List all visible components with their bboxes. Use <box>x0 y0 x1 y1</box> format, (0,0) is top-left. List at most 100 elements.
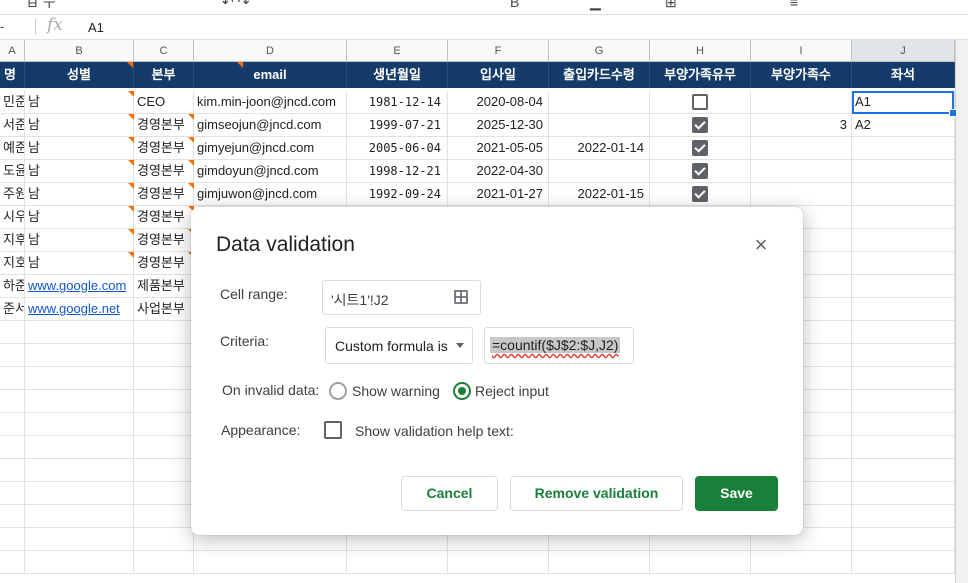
reject-input-radio[interactable] <box>453 382 471 400</box>
table-cell[interactable] <box>0 482 25 505</box>
table-cell[interactable]: 경영본부 <box>134 206 194 229</box>
table-cell[interactable] <box>852 436 955 459</box>
table-cell[interactable] <box>852 528 955 551</box>
show-warning-label[interactable]: Show warning <box>352 383 440 399</box>
header-cell-h[interactable]: 부양가족유무 <box>650 62 751 88</box>
table-cell[interactable]: 경영본부 <box>134 252 194 275</box>
table-cell[interactable]: 1981-12-14 <box>347 91 448 114</box>
save-button[interactable]: Save <box>695 476 778 511</box>
table-cell[interactable] <box>134 367 194 390</box>
header-cell-i[interactable]: 부양가족수 <box>751 62 852 88</box>
table-cell[interactable] <box>751 137 852 160</box>
table-cell[interactable] <box>852 206 955 229</box>
help-text-checkbox[interactable] <box>324 421 342 439</box>
criteria-formula-input[interactable]: =countif($J$2:$J,J2) <box>484 327 634 364</box>
table-cell[interactable]: 1992-09-24 <box>347 183 448 206</box>
column-header-c[interactable]: C <box>134 40 194 62</box>
table-cell[interactable] <box>25 528 134 551</box>
cancel-button[interactable]: Cancel <box>401 476 498 511</box>
table-cell[interactable]: 지후 <box>0 229 25 252</box>
column-header-d[interactable]: D <box>194 40 347 62</box>
table-cell[interactable]: 2021-05-05 <box>448 137 549 160</box>
table-cell[interactable] <box>134 551 194 574</box>
table-cell[interactable]: 경영본부 <box>134 183 194 206</box>
table-cell[interactable] <box>549 91 650 114</box>
table-cell[interactable]: 1999-07-21 <box>347 114 448 137</box>
table-cell[interactable] <box>347 551 448 574</box>
checkbox-icon[interactable] <box>692 139 708 156</box>
column-header-a[interactable]: A <box>0 40 25 62</box>
header-cell-c[interactable]: 본부 <box>134 62 194 88</box>
table-cell[interactable] <box>650 137 751 160</box>
table-cell[interactable]: 2022-01-15 <box>549 183 650 206</box>
table-cell[interactable] <box>25 390 134 413</box>
table-cell[interactable] <box>25 459 134 482</box>
table-cell[interactable] <box>852 413 955 436</box>
table-cell[interactable] <box>751 183 852 206</box>
table-cell[interactable] <box>852 367 955 390</box>
table-cell[interactable]: gimjuwon@jncd.com <box>194 183 347 206</box>
table-cell[interactable] <box>134 321 194 344</box>
table-cell[interactable] <box>134 482 194 505</box>
table-cell[interactable]: 경영본부 <box>134 137 194 160</box>
table-cell[interactable] <box>852 160 955 183</box>
table-cell[interactable]: 남 <box>25 114 134 137</box>
table-cell[interactable] <box>0 344 25 367</box>
table-cell[interactable] <box>751 551 852 574</box>
reject-input-label[interactable]: Reject input <box>475 383 549 399</box>
table-cell[interactable]: 제품본부 <box>134 275 194 298</box>
table-cell[interactable] <box>25 321 134 344</box>
table-cell[interactable] <box>852 275 955 298</box>
table-cell[interactable]: 2021-01-27 <box>448 183 549 206</box>
table-cell[interactable] <box>549 160 650 183</box>
table-cell[interactable] <box>448 551 549 574</box>
table-cell[interactable] <box>0 505 25 528</box>
table-cell[interactable] <box>0 413 25 436</box>
column-header-b[interactable]: B <box>25 40 134 62</box>
criteria-type-dropdown[interactable]: Custom formula is <box>325 327 473 364</box>
table-cell[interactable]: 남 <box>25 183 134 206</box>
formula-input[interactable]: A1 <box>88 20 104 35</box>
header-cell-a[interactable]: 명 <box>0 62 25 88</box>
text-color-icon[interactable]: ▁ <box>590 0 601 11</box>
table-cell[interactable]: 2022-04-30 <box>448 160 549 183</box>
table-cell[interactable] <box>25 505 134 528</box>
table-cell[interactable] <box>25 367 134 390</box>
table-cell[interactable] <box>25 344 134 367</box>
table-cell[interactable]: 시우 <box>0 206 25 229</box>
table-cell[interactable] <box>751 160 852 183</box>
table-cell[interactable] <box>549 114 650 137</box>
table-cell[interactable]: gimseojun@jncd.com <box>194 114 347 137</box>
table-cell[interactable] <box>134 459 194 482</box>
table-cell[interactable]: 민준 <box>0 91 25 114</box>
checkbox-icon[interactable] <box>692 93 708 110</box>
table-cell[interactable] <box>0 459 25 482</box>
table-cell[interactable]: 도윤 <box>0 160 25 183</box>
table-cell[interactable] <box>0 436 25 459</box>
bold-icon[interactable]: B <box>510 0 519 10</box>
table-cell[interactable] <box>0 551 25 574</box>
table-cell[interactable]: 2022-01-14 <box>549 137 650 160</box>
borders-icon[interactable]: ⊞ <box>665 0 677 11</box>
table-cell[interactable]: 서준 <box>0 114 25 137</box>
table-cell[interactable]: 주원 <box>0 183 25 206</box>
table-cell[interactable]: 1998-12-21 <box>347 160 448 183</box>
table-cell[interactable]: kim.min-joon@jncd.com <box>194 91 347 114</box>
toolbar-icon[interactable]: ㅂ ㅜ <box>26 0 56 14</box>
column-header-i[interactable]: I <box>751 40 852 62</box>
table-cell[interactable] <box>650 183 751 206</box>
table-cell[interactable] <box>852 459 955 482</box>
header-cell-b[interactable]: 성별 <box>25 62 134 88</box>
table-cell[interactable] <box>194 551 347 574</box>
table-cell[interactable] <box>852 137 955 160</box>
checkbox-icon[interactable] <box>692 116 708 133</box>
table-cell[interactable] <box>25 436 134 459</box>
table-cell[interactable]: 남 <box>25 229 134 252</box>
table-cell[interactable]: 준서 <box>0 298 25 321</box>
table-cell[interactable]: CEO <box>134 91 194 114</box>
table-cell[interactable] <box>549 551 650 574</box>
header-cell-e[interactable]: 생년월일 <box>347 62 448 88</box>
table-cell[interactable] <box>650 551 751 574</box>
table-cell[interactable]: 경영본부 <box>134 160 194 183</box>
table-cell[interactable] <box>134 528 194 551</box>
